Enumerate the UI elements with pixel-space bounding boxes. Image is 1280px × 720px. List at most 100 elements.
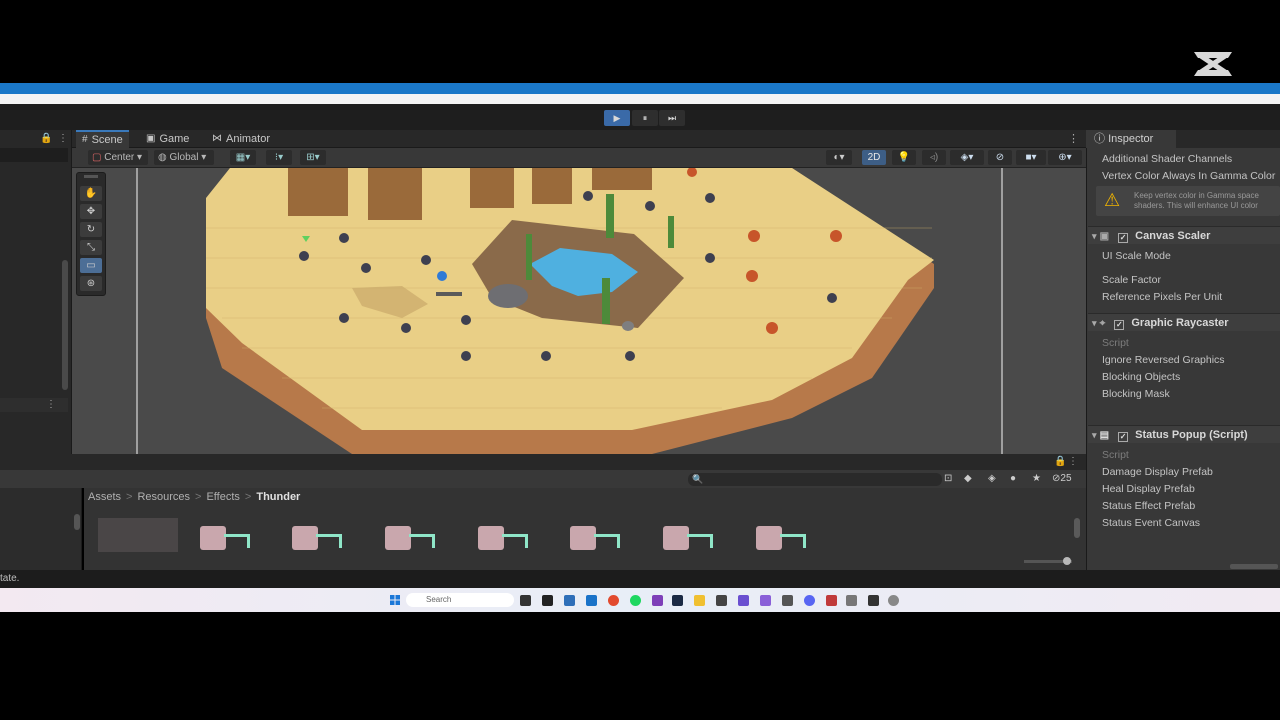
play-icon: ▶ [613, 112, 621, 123]
visual-studio-icon[interactable] [760, 595, 771, 606]
hierarchy-scrollbar[interactable] [62, 260, 68, 390]
app-icon[interactable] [716, 595, 727, 606]
lighting-icon[interactable]: 💡 [892, 150, 916, 165]
folder-tree-scrollbar[interactable] [74, 514, 80, 530]
breadcrumb-resources[interactable]: Resources [137, 491, 190, 503]
component-title: Canvas Scaler [1135, 230, 1211, 242]
field-script: Script [1102, 337, 1129, 349]
foldout-icon[interactable]: ▾ [1092, 430, 1097, 440]
onenote-icon[interactable] [652, 595, 663, 606]
search-by-label-icon[interactable]: ◆ [964, 473, 972, 484]
breadcrumb-thunder[interactable]: Thunder [256, 491, 300, 503]
effects-icon[interactable]: ◈▾ [950, 150, 984, 165]
tab-animator[interactable]: ⋈ Animator [206, 130, 276, 148]
outlook-icon[interactable] [586, 595, 597, 606]
grid-snap-icon[interactable]: ▦▾ [230, 150, 256, 165]
foldout-icon[interactable]: ▾ [1092, 231, 1097, 241]
app-icon[interactable] [782, 595, 793, 606]
rect-tool-icon[interactable]: ▭ [80, 258, 102, 273]
hidden-objects-icon[interactable]: ⊘ [988, 150, 1012, 165]
steam-icon[interactable] [672, 595, 683, 606]
transform-tool-icon[interactable]: ⊛ [80, 276, 102, 291]
field-status-effect: Status Effect Prefab [1102, 500, 1196, 512]
rotate-tool-icon[interactable]: ↻ [80, 222, 102, 237]
component-canvas-scaler[interactable]: ▾ ▣ ✓ Canvas Scaler [1088, 226, 1280, 244]
terminal-icon[interactable] [542, 595, 553, 606]
foldout-icon[interactable]: ▾ [1092, 318, 1097, 328]
panel-menu-icon[interactable]: ⋮ [58, 133, 68, 144]
project-search-input[interactable]: 🔍 [688, 473, 942, 486]
breadcrumb-effects[interactable]: Effects [206, 491, 239, 503]
component-graphic-raycaster[interactable]: ▾ ⌖ ✓ Graphic Raycaster [1088, 313, 1280, 331]
lock-icon[interactable]: 🔒 [1054, 456, 1066, 467]
taskbar-search-input[interactable]: Search [406, 593, 514, 607]
asset-thumbnail[interactable] [478, 524, 534, 558]
task-view-icon[interactable] [520, 595, 531, 606]
chrome-icon[interactable] [608, 595, 619, 606]
store-icon[interactable] [564, 595, 575, 606]
asset-thumbnail[interactable] [756, 524, 812, 558]
lock-icon[interactable]: 🔒 [40, 133, 52, 144]
hidden-packages-button[interactable]: ⊘25 [1052, 473, 1072, 484]
spotify-icon[interactable] [630, 595, 641, 606]
breadcrumb-assets[interactable]: Assets [88, 491, 121, 503]
space-dropdown[interactable]: ◍ Global ▾ [154, 150, 214, 165]
camera-icon[interactable]: ■▾ [1016, 150, 1046, 165]
scene-viewport[interactable] [72, 168, 1086, 454]
unity-icon[interactable] [888, 595, 899, 606]
scene-map[interactable] [72, 168, 1086, 454]
assets-scrollbar[interactable] [1074, 518, 1080, 538]
project-tab-bar [0, 454, 1086, 470]
enabled-checkbox[interactable]: ✓ [1114, 320, 1125, 330]
field-blocking-mask: Blocking Mask [1102, 388, 1170, 400]
gizmos-icon[interactable]: ⊕▾ [1048, 150, 1082, 165]
windows-start-icon[interactable] [390, 595, 400, 605]
enabled-checkbox[interactable]: ✓ [1118, 233, 1129, 243]
draw-mode-icon[interactable]: ◐▾ [826, 150, 852, 165]
canvas-scaler-icon: ▣ [1099, 231, 1110, 242]
warning-filter-icon[interactable]: ● [1010, 473, 1016, 484]
inspector-tab-label: Inspector [1108, 133, 1154, 145]
menu-bar [0, 94, 1280, 104]
discord-icon[interactable] [804, 595, 815, 606]
project-menu-icon[interactable]: ⋮ [1068, 456, 1078, 467]
asset-thumbnail[interactable] [663, 524, 719, 558]
asset-thumbnail[interactable] [385, 524, 441, 558]
mode-2d-toggle[interactable]: 2D [862, 150, 886, 165]
hierarchy-search-input[interactable] [0, 148, 68, 162]
asset-thumbnail[interactable] [292, 524, 348, 558]
app-icon[interactable] [868, 595, 879, 606]
hierarchy-row[interactable] [0, 398, 68, 412]
enabled-checkbox[interactable]: ✓ [1118, 432, 1129, 442]
step-button[interactable]: ⏭ [659, 110, 685, 126]
pause-button[interactable]: ⏸ [632, 110, 658, 126]
palette-grip[interactable] [84, 175, 98, 178]
asset-thumbnail[interactable] [570, 524, 626, 558]
scale-tool-icon[interactable]: ⤡ [80, 240, 102, 255]
move-tool-icon[interactable]: ✥ [80, 204, 102, 219]
slider-handle[interactable] [1063, 557, 1071, 565]
tab-scene[interactable]: # Scene [76, 130, 129, 148]
status-text: tate. [0, 573, 20, 584]
snap-increment-icon[interactable]: ⁝▾ [266, 150, 292, 165]
app-icon[interactable] [826, 595, 837, 606]
scene-menu-icon[interactable]: ⋮ [1068, 132, 1079, 145]
play-button[interactable]: ▶ [604, 110, 630, 126]
tab-inspector[interactable]: ⓘ Inspector [1086, 130, 1176, 148]
file-explorer-icon[interactable] [694, 595, 705, 606]
search-by-type-icon[interactable]: ⊡ [944, 473, 952, 484]
app-icon[interactable] [846, 595, 857, 606]
app-icon[interactable] [738, 595, 749, 606]
asset-thumbnail[interactable] [200, 524, 256, 558]
component-status-popup[interactable]: ▾ ▤ ✓ Status Popup (Script) [1088, 425, 1280, 443]
field-scale-factor: Scale Factor [1102, 274, 1161, 286]
row-menu-icon[interactable]: ⋮ [46, 399, 56, 410]
tab-game[interactable]: ▣ Game [140, 130, 195, 148]
audio-icon[interactable]: ◃) [922, 150, 946, 165]
hand-tool-icon[interactable]: ✋ [80, 186, 102, 201]
inspector-scrollbar[interactable] [1230, 564, 1278, 569]
toggle-grid-icon[interactable]: ⊞▾ [300, 150, 326, 165]
tag-icon[interactable]: ◈ [988, 473, 996, 484]
pivot-dropdown[interactable]: ▢ Center ▾ [88, 150, 148, 165]
favorite-icon[interactable]: ★ [1032, 473, 1041, 484]
